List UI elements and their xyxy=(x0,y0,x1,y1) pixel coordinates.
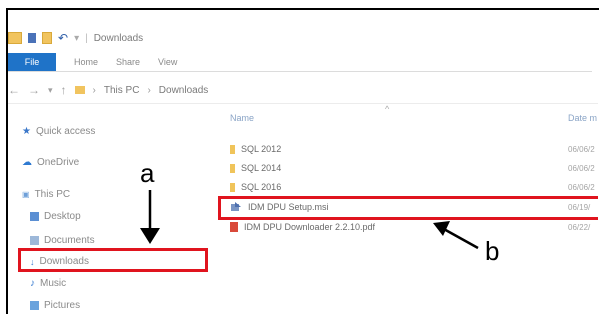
annotation-arrows xyxy=(140,190,479,250)
arrow-b xyxy=(433,221,479,250)
arrow-a xyxy=(140,190,160,244)
